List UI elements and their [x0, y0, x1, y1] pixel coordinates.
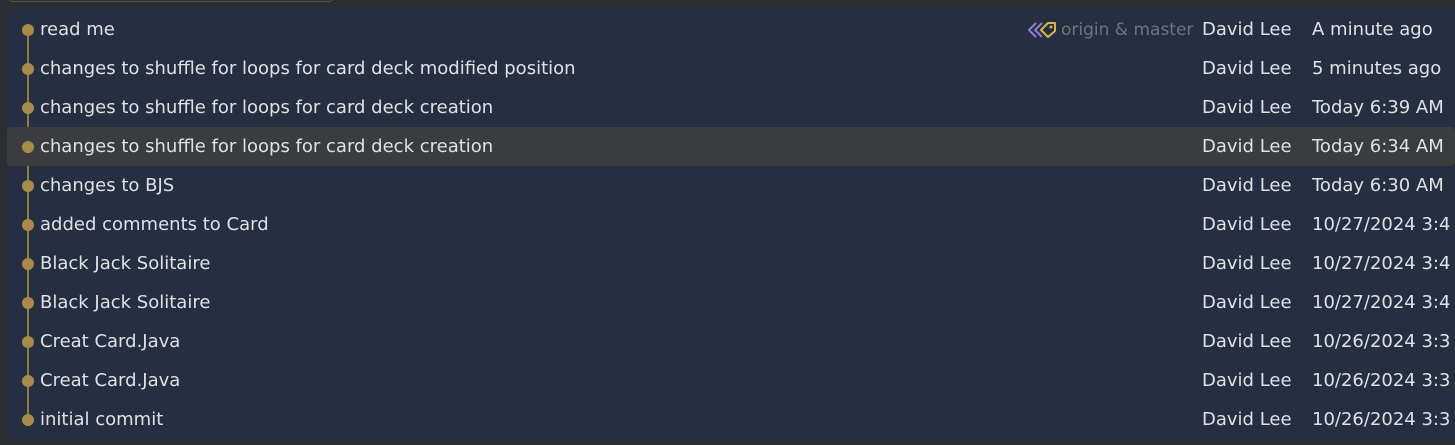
commit-message: changes to shuffle for loops for card de… [40, 97, 494, 118]
commit-author: David Lee [1202, 97, 1292, 118]
commit-row[interactable]: changes to shuffle for loops for card de… [7, 127, 1455, 166]
commit-date: Today 6:39 AM [1312, 97, 1444, 118]
commit-message: Creat Card.Java [40, 370, 181, 391]
commit-log[interactable]: read me David Lee A minute ago origin & … [7, 10, 1455, 439]
branch-tag-icon [1028, 21, 1056, 38]
commit-date: 10/26/2024 3:3 [1312, 409, 1451, 430]
commit-node-icon [22, 375, 34, 387]
bottom-strip [0, 439, 1455, 445]
commit-message: Creat Card.Java [40, 331, 181, 352]
commit-author: David Lee [1202, 136, 1292, 157]
commit-author: David Lee [1202, 409, 1292, 430]
commit-message: changes to shuffle for loops for card de… [40, 58, 576, 79]
commit-row[interactable]: Creat Card.Java David Lee 10/26/2024 3:3 [7, 322, 1455, 361]
commit-node-icon [22, 180, 34, 192]
commit-date: Today 6:30 AM [1312, 175, 1444, 196]
commit-node-icon [22, 336, 34, 348]
commit-row[interactable]: changes to shuffle for loops for card de… [7, 88, 1455, 127]
toolbar [0, 0, 1455, 10]
commit-date: Today 6:34 AM [1312, 136, 1444, 157]
branch-refs[interactable]: origin & master [1024, 10, 1193, 49]
commit-row[interactable]: Black Jack Solitaire David Lee 10/27/202… [7, 244, 1455, 283]
commit-author: David Lee [1202, 58, 1292, 79]
commit-message: changes to BJS [40, 175, 175, 196]
filter-field-edge[interactable] [8, 0, 334, 2]
commit-date: 10/27/2024 3:4 [1312, 214, 1451, 235]
commit-row[interactable]: Creat Card.Java David Lee 10/26/2024 3:3 [7, 361, 1455, 400]
commit-node-icon [22, 414, 34, 426]
commit-row[interactable]: changes to shuffle for loops for card de… [7, 49, 1455, 88]
commit-node-icon [22, 297, 34, 309]
commit-message: changes to shuffle for loops for card de… [40, 136, 494, 157]
commit-message: Black Jack Solitaire [40, 292, 211, 313]
commit-row[interactable]: changes to BJS David Lee Today 6:30 AM [7, 166, 1455, 205]
commit-date: 10/27/2024 3:4 [1312, 253, 1451, 274]
commit-node-icon [22, 219, 34, 231]
commit-author: David Lee [1202, 253, 1292, 274]
commit-author: David Lee [1202, 19, 1292, 40]
commit-message: added comments to Card [40, 214, 269, 235]
commit-author: David Lee [1202, 331, 1292, 352]
commit-row[interactable]: Black Jack Solitaire David Lee 10/27/202… [7, 283, 1455, 322]
commit-date: 5 minutes ago [1312, 58, 1442, 79]
commit-row[interactable]: initial commit David Lee 10/26/2024 3:3 [7, 400, 1455, 439]
commit-node-icon [22, 24, 34, 36]
commit-date: 10/26/2024 3:3 [1312, 370, 1451, 391]
commit-date: A minute ago [1312, 19, 1433, 40]
commit-author: David Lee [1202, 292, 1292, 313]
commit-author: David Lee [1202, 175, 1292, 196]
commit-date: 10/27/2024 3:4 [1312, 292, 1451, 313]
commit-node-icon [22, 102, 34, 114]
commit-message: Black Jack Solitaire [40, 253, 211, 274]
commit-node-icon [22, 258, 34, 270]
commit-date: 10/26/2024 3:3 [1312, 331, 1451, 352]
branch-refs-label: origin & master [1061, 19, 1194, 40]
commit-row[interactable]: read me David Lee A minute ago origin & … [7, 10, 1455, 49]
commit-node-icon [22, 141, 34, 153]
commit-row[interactable]: added comments to Card David Lee 10/27/2… [7, 205, 1455, 244]
commit-message: read me [40, 19, 115, 40]
commit-node-icon [22, 63, 34, 75]
commit-message: initial commit [40, 409, 164, 430]
commit-author: David Lee [1202, 214, 1292, 235]
commit-author: David Lee [1202, 370, 1292, 391]
